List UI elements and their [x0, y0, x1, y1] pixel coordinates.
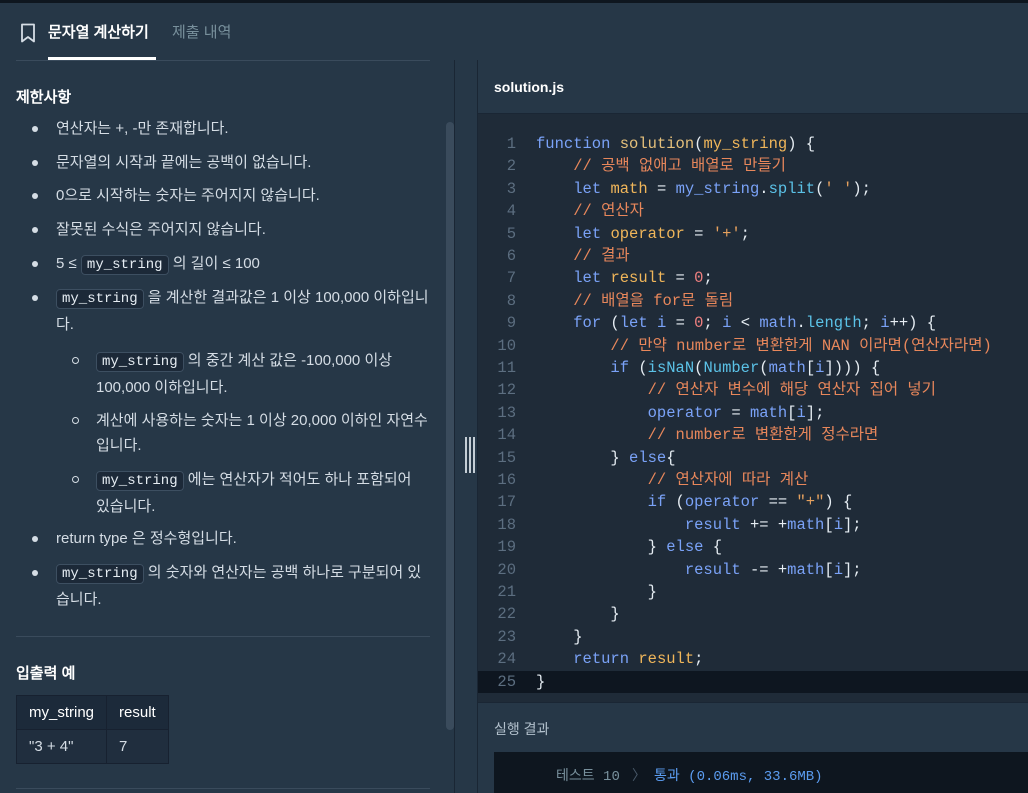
code-line[interactable]: 7 let result = 0;: [478, 267, 1028, 289]
panel-splitter[interactable]: [454, 60, 478, 793]
code-line[interactable]: 15 } else{: [478, 447, 1028, 469]
code-line[interactable]: 13 operator = math[i];: [478, 402, 1028, 424]
code-line[interactable]: 12 // 연산자 변수에 해당 연산자 집어 넣기: [478, 379, 1028, 401]
test-case-label: 테스트 10: [556, 769, 620, 785]
problem-tab-bar: 문자열 계산하기 제출 내역: [0, 0, 1028, 60]
column-header: result: [106, 695, 169, 730]
table-header-row: my_string result: [15, 695, 169, 730]
io-example-table: my_string result "3 + 4" 7: [15, 695, 169, 764]
code-line[interactable]: 8 // 배열을 for문 돌림: [478, 290, 1028, 312]
table-cell: "3 + 4": [15, 729, 108, 764]
inline-code: my_string: [96, 471, 184, 491]
divider: [16, 636, 430, 637]
io-example-title: 입출력 예: [16, 665, 76, 682]
inline-code: my_string: [56, 564, 144, 584]
tab-submissions[interactable]: 제출 내역: [172, 21, 231, 42]
code-line[interactable]: 16 // 연산자에 따라 계산: [478, 469, 1028, 491]
code-line[interactable]: 17 if (operator == "+") {: [478, 491, 1028, 513]
editor-filename: solution.js: [494, 79, 564, 95]
code-line[interactable]: 21 }: [478, 581, 1028, 603]
code-line[interactable]: 14 // number로 변환한게 정수라면: [478, 424, 1028, 446]
code-line[interactable]: 20 result -= +math[i];: [478, 559, 1028, 581]
code-line[interactable]: 19 } else {: [478, 536, 1028, 558]
inline-code: my_string: [80, 255, 169, 275]
problem-description-panel: 제한사항 연산자는 +, -만 존재합니다. 문자열의 시작과 끝에는 공백이 …: [0, 60, 454, 793]
code-line[interactable]: 2 // 공백 없애고 배열로 만들기: [478, 155, 1028, 177]
result-header: 실행 결과: [478, 702, 1028, 752]
tab-problem[interactable]: 문자열 계산하기: [48, 21, 149, 42]
splitter-grip-icon[interactable]: [465, 437, 475, 473]
code-line[interactable]: 24 return result;: [478, 648, 1028, 670]
code-line[interactable]: 5 let operator = '+';: [478, 223, 1028, 245]
table-cell: 7: [106, 729, 169, 764]
restrictions-title: 제한사항: [16, 89, 72, 106]
column-header: my_string: [15, 695, 108, 730]
editor-header: solution.js: [478, 60, 1028, 114]
chevron-right-icon: 〉: [632, 769, 646, 785]
code-line[interactable]: 4 // 연산자: [478, 200, 1028, 222]
result-title: 실행 결과: [494, 721, 550, 737]
table-row: "3 + 4" 7: [15, 729, 169, 764]
inline-code: my_string: [56, 289, 144, 309]
code-line[interactable]: 11 if (isNaN(Number(math[i]))) {: [478, 357, 1028, 379]
description-scrollbar[interactable]: [446, 122, 454, 730]
test-case-result: 통과 (0.06ms, 33.6MB): [654, 769, 823, 785]
code-line[interactable]: 6 // 결과: [478, 245, 1028, 267]
code-line[interactable]: 23 }: [478, 626, 1028, 648]
code-line[interactable]: 9 for (let i = 0; i < math.length; i++) …: [478, 312, 1028, 334]
code-editor[interactable]: 1 function solution(my_string) { 2 // 공백 …: [478, 114, 1028, 702]
bookmark-icon[interactable]: [20, 23, 36, 43]
divider: [16, 788, 430, 789]
code-line[interactable]: 10 // 만약 number로 변환한게 NAN 이라면(연산자라면): [478, 335, 1028, 357]
divider: [16, 60, 430, 61]
code-line[interactable]: 3 let math = my_string.split(' ');: [478, 178, 1028, 200]
code-line[interactable]: 22 }: [478, 603, 1028, 625]
code-line[interactable]: 18 result += +math[i];: [478, 514, 1028, 536]
inline-code: my_string: [96, 352, 184, 372]
code-line-active[interactable]: 25}: [478, 670, 1028, 693]
code-line[interactable]: 1 function solution(my_string) {: [478, 133, 1028, 155]
result-output: 테스트 10 〉 통과 (0.06ms, 33.6MB): [494, 752, 1028, 793]
